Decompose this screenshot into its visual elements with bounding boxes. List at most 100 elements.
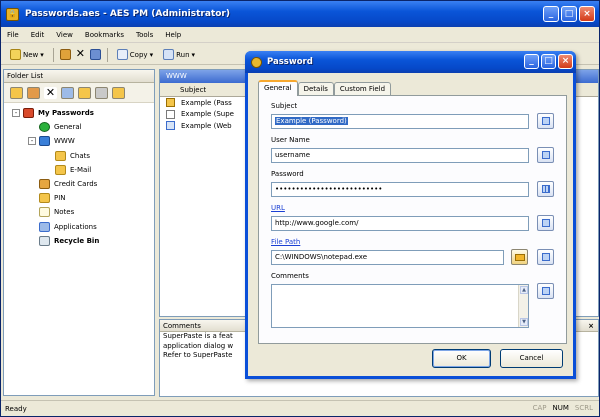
new-folder-icon[interactable] <box>10 86 23 99</box>
comments-scrollbar[interactable]: ▲ ▼ <box>518 285 528 327</box>
tab-details[interactable]: Details <box>297 82 334 96</box>
comments-textarea[interactable]: ▲ ▼ <box>271 284 529 328</box>
username-input[interactable]: username <box>271 148 529 163</box>
menu-help[interactable]: Help <box>165 31 181 39</box>
list-item-label: Example (Pass <box>181 98 232 107</box>
url-input[interactable]: http://www.google.com/ <box>271 216 529 231</box>
url-options-button[interactable] <box>537 215 554 231</box>
list-item-label: Example (Supe <box>181 110 234 119</box>
comments-title: Comments <box>163 322 201 330</box>
tab-general[interactable]: General <box>258 80 298 96</box>
delete-icon[interactable]: ✕ <box>75 48 86 60</box>
cancel-button[interactable]: Cancel <box>500 349 563 368</box>
options-icon <box>542 117 550 125</box>
subject-input[interactable]: Example (Password) <box>271 114 529 129</box>
tree-item[interactable]: Chats <box>4 149 154 163</box>
list-item-label: Example (Web <box>181 121 232 130</box>
chevron-down-icon: ▾ <box>40 50 44 59</box>
sort-icon[interactable] <box>95 86 108 99</box>
close-icon[interactable]: × <box>588 320 598 331</box>
folder-properties-icon[interactable] <box>27 86 40 99</box>
column-subject[interactable]: Subject <box>180 86 206 94</box>
url-link-label[interactable]: URL <box>271 204 285 212</box>
dialog-close-button[interactable]: × <box>558 54 573 69</box>
username-label: User Name <box>271 136 310 144</box>
password-input[interactable]: •••••••••••••••••••••••••• <box>271 182 529 197</box>
subject-options-button[interactable] <box>537 113 554 129</box>
tree-item[interactable]: E-Mail <box>4 163 154 177</box>
collapse-icon[interactable]: - <box>12 109 20 118</box>
tree-item-label: Chats <box>70 151 91 160</box>
recycle-bin-icon <box>39 235 50 246</box>
folder-toolbar: ✕ <box>4 83 154 103</box>
tree-item[interactable]: Credit Cards <box>4 177 154 191</box>
tree-item-label: Applications <box>54 222 97 231</box>
scroll-up-icon[interactable]: ▲ <box>520 286 528 294</box>
tree-item[interactable]: Notes <box>4 205 154 219</box>
menu-bar: File Edit View Bookmarks Tools Help <box>1 27 599 43</box>
options-icon <box>542 219 550 227</box>
browse-file-button[interactable] <box>511 249 528 265</box>
filepath-options-button[interactable] <box>537 249 554 265</box>
filepath-link-label[interactable]: File Path <box>271 238 300 246</box>
tree-item-label: E-Mail <box>70 165 92 174</box>
grid-icon <box>542 185 550 193</box>
menu-bookmarks[interactable]: Bookmarks <box>85 31 124 39</box>
run-button[interactable]: Run ▾ <box>160 47 198 63</box>
run-label: Run <box>176 50 190 59</box>
folder-icon <box>55 164 66 175</box>
tab-custom-field[interactable]: Custom Field <box>333 82 392 96</box>
notes-icon <box>39 207 50 218</box>
menu-edit[interactable]: Edit <box>31 31 45 39</box>
status-cap: CAP <box>532 404 547 412</box>
folder-tree: - My Passwords General - WWW Chats E-Mail Credi… <box>4 103 154 248</box>
dialog-tabs: General Details Custom Field <box>258 80 392 96</box>
delete-folder-icon[interactable]: ✕ <box>44 86 57 99</box>
tree-item[interactable]: PIN <box>4 191 154 205</box>
tree-item-label: Notes <box>54 208 75 217</box>
password-label: Password <box>271 170 304 178</box>
move-down-icon[interactable] <box>78 86 91 99</box>
scroll-down-icon[interactable]: ▼ <box>520 318 528 326</box>
dialog-title: Password <box>267 57 313 67</box>
ok-button[interactable]: OK <box>432 349 491 368</box>
move-up-icon[interactable] <box>61 86 74 99</box>
card-icon <box>39 179 50 190</box>
collapse-icon[interactable]: - <box>28 137 36 146</box>
options-icon <box>542 253 550 261</box>
tree-item[interactable]: - My Passwords <box>4 106 154 120</box>
tree-item-label: My Passwords <box>38 109 94 118</box>
tree-item-label: Recycle Bin <box>54 236 100 245</box>
find-icon[interactable] <box>112 86 125 99</box>
minimize-button[interactable]: _ <box>543 6 559 22</box>
toolbar-separator <box>106 47 108 62</box>
tree-item[interactable]: General <box>4 120 154 134</box>
dialog-maximize-button[interactable]: □ <box>541 54 556 69</box>
copy-button[interactable]: Copy ▾ <box>114 47 156 63</box>
menu-file[interactable]: File <box>7 31 19 39</box>
menu-view[interactable]: View <box>56 31 73 39</box>
home-icon <box>23 108 34 119</box>
key-icon <box>166 98 175 108</box>
comments-label: Comments <box>271 272 309 280</box>
folder-list-panel: Folder List ✕ - My Passwords General - WWW Ch… <box>3 69 155 396</box>
comments-options-button[interactable] <box>537 283 554 299</box>
dialog-minimize-button[interactable]: _ <box>524 54 539 69</box>
tree-item[interactable]: Applications <box>4 220 154 234</box>
tree-item[interactable]: Recycle Bin <box>4 234 154 248</box>
dialog-title-bar[interactable]: Password _ □ × <box>245 51 576 73</box>
close-button[interactable]: × <box>579 6 595 22</box>
title-bar[interactable]: 🔒 Passwords.aes - AES PM (Administrator)… <box>1 1 599 27</box>
bookmark-icon[interactable] <box>89 49 101 60</box>
menu-tools[interactable]: Tools <box>136 31 153 39</box>
maximize-button[interactable]: □ <box>561 6 577 22</box>
tree-item[interactable]: - WWW <box>4 134 154 148</box>
tree-item-label: WWW <box>54 137 75 146</box>
filepath-input[interactable]: C:\WINDOWS\notepad.exe <box>271 250 504 265</box>
new-button[interactable]: New ▾ <box>7 47 47 63</box>
toolbar-separator <box>52 47 54 62</box>
properties-icon[interactable] <box>59 49 71 60</box>
username-options-button[interactable] <box>537 147 554 163</box>
password-generator-button[interactable] <box>537 181 554 197</box>
run-icon <box>163 49 175 60</box>
